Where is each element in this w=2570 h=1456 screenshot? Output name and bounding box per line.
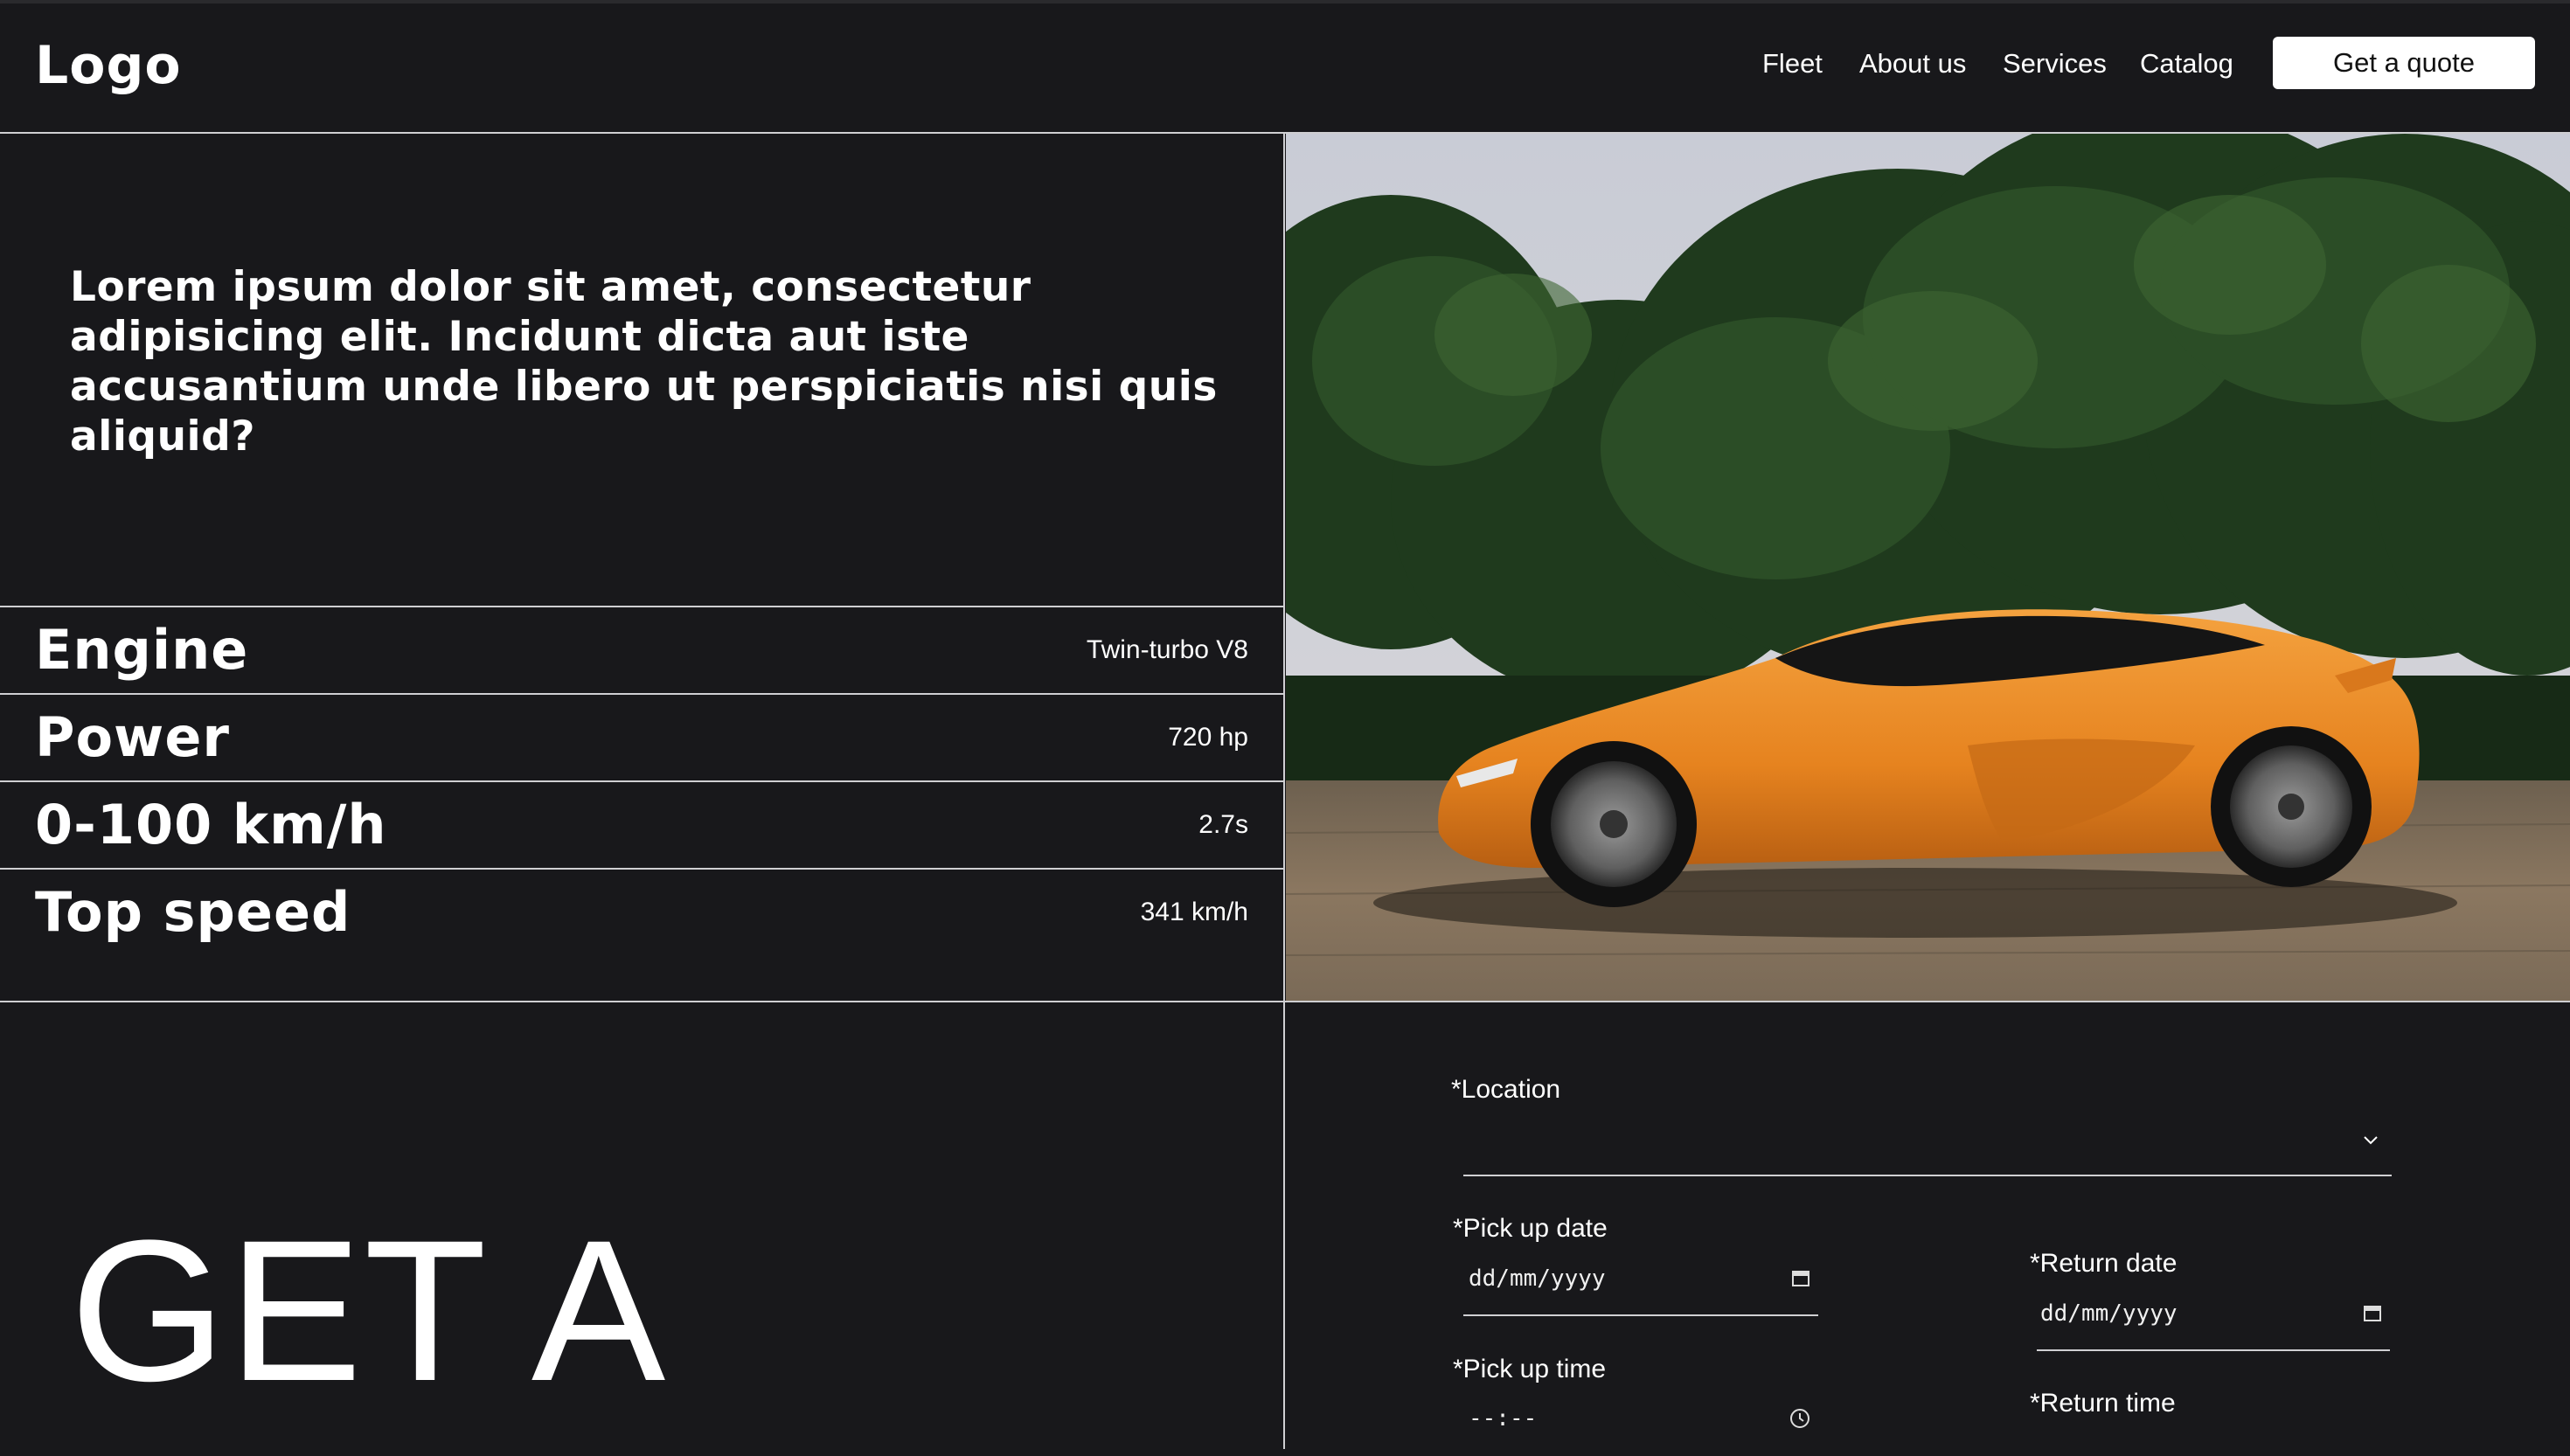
spec-row-top-speed: Top speed 341 km/h — [0, 870, 1283, 955]
return-date-placeholder: dd/mm/yyyy — [2040, 1300, 2178, 1327]
chevron-down-icon — [2364, 1136, 2378, 1145]
top-strip — [0, 0, 2570, 3]
calendar-icon[interactable] — [1790, 1267, 1811, 1288]
calendar-icon[interactable] — [2362, 1302, 2383, 1323]
pickup-time-placeholder: --:-- — [1469, 1405, 1538, 1432]
clock-icon[interactable] — [1789, 1407, 1811, 1430]
nav-services[interactable]: Services — [2003, 44, 2107, 84]
pickup-time-label: *Pick up time — [1453, 1355, 1607, 1383]
nav-catalog[interactable]: Catalog — [2140, 44, 2233, 84]
intro-text: Lorem ipsum dolor sit amet, consectetur … — [70, 263, 1218, 461]
logo[interactable]: Logo — [35, 33, 182, 98]
spec-value: 720 hp — [1168, 723, 1248, 752]
pickup-date-label: *Pick up date — [1453, 1214, 1608, 1243]
spec-row-acceleration: 0-100 km/h 2.7s — [0, 782, 1283, 868]
nav-fleet[interactable]: Fleet — [1762, 44, 1823, 84]
spec-value: 341 km/h — [1140, 898, 1248, 926]
location-label: *Location — [1451, 1075, 1561, 1104]
spec-value: 2.7s — [1198, 810, 1248, 839]
return-date-input[interactable]: dd/mm/yyyy — [2037, 1285, 2390, 1351]
spec-value: Twin-turbo V8 — [1086, 635, 1248, 664]
pickup-date-input[interactable]: dd/mm/yyyy — [1463, 1250, 1818, 1316]
spec-label: Top speed — [35, 880, 351, 944]
spec-row-power: Power 720 hp — [0, 695, 1283, 780]
spec-label: 0-100 km/h — [35, 793, 387, 856]
get-a-quote-button[interactable]: Get a quote — [2273, 37, 2535, 89]
section-divider — [0, 1001, 2570, 1002]
spec-label: Engine — [35, 618, 249, 682]
pickup-time-input[interactable]: --:-- — [1463, 1390, 1818, 1456]
pickup-date-placeholder: dd/mm/yyyy — [1469, 1265, 1606, 1292]
nav-about-us[interactable]: About us — [1859, 44, 1966, 84]
hero-heading: GET A — [70, 1198, 668, 1423]
spec-label: Power — [35, 705, 230, 769]
hero-car-image — [1286, 134, 2570, 1001]
return-date-label: *Return date — [2030, 1249, 2178, 1278]
return-time-label: *Return time — [2030, 1389, 2176, 1418]
spec-row-engine: Engine Twin-turbo V8 — [0, 607, 1283, 693]
location-select[interactable] — [1463, 1110, 2392, 1176]
column-divider — [1283, 132, 1285, 1449]
